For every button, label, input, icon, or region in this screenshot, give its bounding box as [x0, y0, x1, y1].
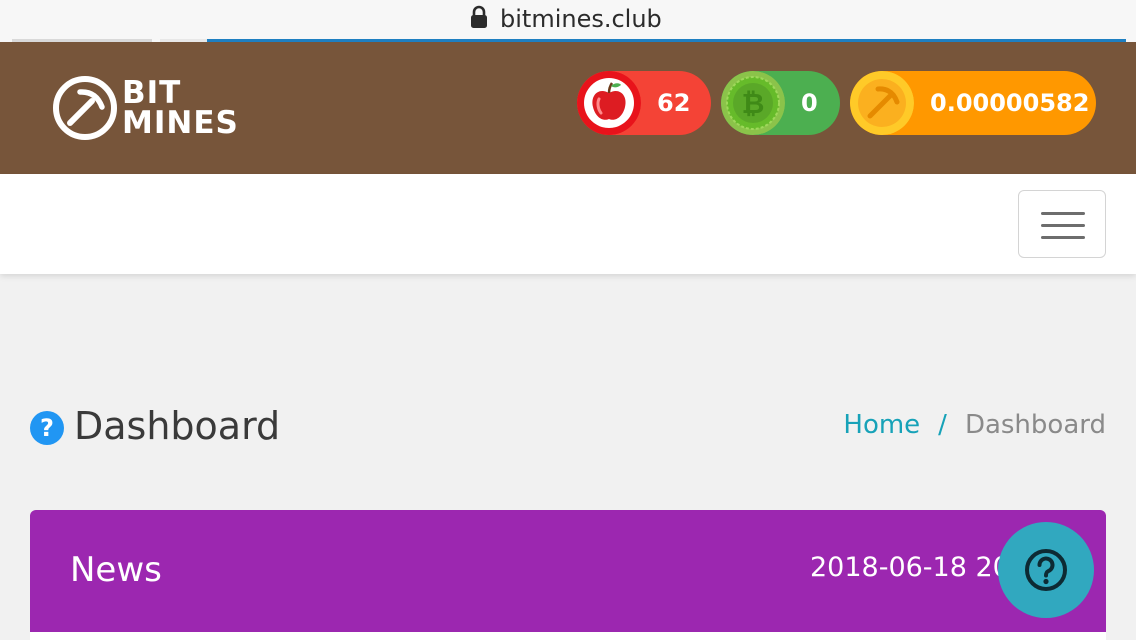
page-title: Dashboard	[74, 404, 281, 448]
news-date: 2018-06-18 20:	[810, 552, 1019, 583]
news-card: News 2018-06-18 20:	[30, 510, 1106, 640]
breadcrumb-separator: /	[938, 410, 947, 440]
help-fab-button[interactable]	[998, 522, 1094, 618]
news-card-body	[30, 632, 1106, 640]
apple-icon	[577, 71, 641, 135]
svg-text:₿: ₿	[742, 87, 765, 120]
pickaxe-icon	[53, 76, 117, 140]
bitcoin-value: 0	[801, 89, 818, 117]
address-display[interactable]: bitmines.club	[470, 4, 662, 34]
breadcrumb-current: Dashboard	[964, 410, 1106, 440]
navbar	[0, 174, 1136, 274]
apples-value: 62	[657, 89, 691, 117]
hamburger-menu-icon[interactable]	[1018, 190, 1106, 258]
browser-url-bar[interactable]: bitmines.club	[0, 0, 1136, 42]
site-logo[interactable]: BIT MINES	[52, 74, 252, 144]
logo-word-bottom: MINES	[122, 105, 239, 141]
logo-word-top: BIT	[122, 75, 182, 111]
mined-balance[interactable]: 0.00000582	[850, 71, 1096, 135]
bitcoin-balance[interactable]: ₿ 0	[721, 71, 840, 135]
breadcrumb: Home / Dashboard	[843, 410, 1106, 440]
news-title: News	[70, 550, 162, 590]
bitcoin-icon: ₿	[721, 71, 785, 135]
url-text: bitmines.club	[500, 5, 662, 33]
breadcrumb-home-link[interactable]: Home	[843, 410, 920, 440]
site-header: BIT MINES 62 ₿ 0 0.00000582	[0, 42, 1136, 174]
question-circle-icon	[1025, 549, 1067, 591]
question-circle-icon[interactable]: ?	[30, 411, 64, 445]
lock-icon	[470, 5, 488, 34]
mined-value: 0.00000582	[930, 89, 1090, 117]
pickaxe-coin-icon	[850, 71, 914, 135]
apples-balance[interactable]: 62	[577, 71, 711, 135]
